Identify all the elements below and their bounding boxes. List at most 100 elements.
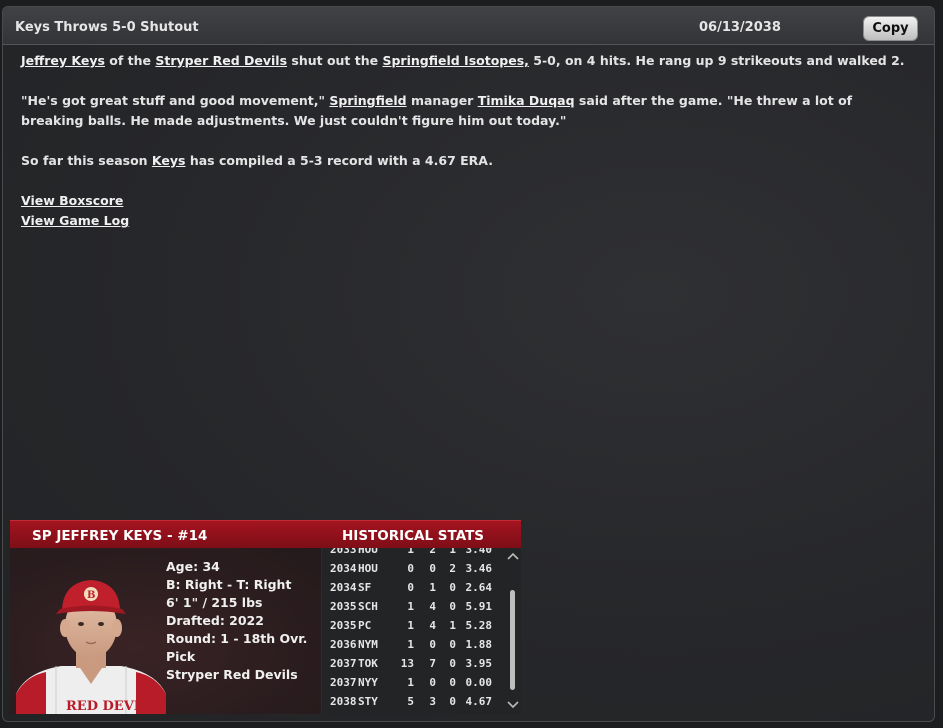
stats-cell-team: SF <box>358 581 372 594</box>
historical-stats-title: HISTORICAL STATS <box>342 528 485 544</box>
opponent-link[interactable]: Springfield Isotopes, <box>382 53 528 68</box>
stats-cell-year: 2034 <box>330 581 357 594</box>
article-title: Keys Throws 5-0 Shutout <box>15 20 199 35</box>
stats-cell-year: 2036 <box>330 638 357 651</box>
opponent-team-link[interactable]: Springfield <box>329 93 406 108</box>
stats-cell-year: 2034 <box>330 562 357 575</box>
stats-cell-w: 0 <box>407 562 414 575</box>
stats-cell-sv: 0 <box>449 600 456 613</box>
stats-cell-sv: 1 <box>449 548 456 556</box>
stats-scrollbar[interactable] <box>505 548 521 714</box>
player-age: Age: 34 <box>166 559 220 574</box>
scroll-up-icon[interactable] <box>507 551 519 561</box>
stats-row: 2038 STY 5 3 0 4.67 <box>324 692 492 711</box>
stats-cell-year: 2035 <box>330 619 357 632</box>
stats-row: 2035 SCH 1 4 0 5.91 <box>324 597 492 616</box>
stats-row: 2034 HOU 0 0 2 3.46 <box>324 559 492 578</box>
stats-cell-team: STY <box>358 695 378 708</box>
stats-cell-sv: 0 <box>449 581 456 594</box>
stats-cell-w: 1 <box>407 548 414 556</box>
text-segment: manager <box>406 93 478 108</box>
svg-text:RED DEVILS: RED DEVILS <box>66 699 158 714</box>
stats-cell-team: SCH <box>358 600 378 613</box>
article-paragraph-2: "He's got great stuff and good movement,… <box>21 91 916 131</box>
player-card-header: SP JEFFREY KEYS - #14 HISTORICAL STATS <box>10 520 521 548</box>
text-segment: of the <box>104 53 156 68</box>
view-boxscore-link[interactable]: View Boxscore <box>21 191 916 211</box>
stats-cell-era: 3.95 <box>465 657 493 670</box>
stats-cell-era: 5.91 <box>465 600 493 613</box>
copy-button[interactable]: Copy <box>863 16 918 41</box>
historical-stats-table[interactable]: 2033 HOU 1 2 1 3.40 2034 HOU 0 0 2 3.46 2034 SF 0 1 0 2.6… <box>322 548 521 714</box>
article-links: View Boxscore View Game Log <box>21 191 916 231</box>
stats-cell-w: 1 <box>407 619 414 632</box>
stats-cell-year: 2038 <box>330 695 357 708</box>
article-paragraph-3: So far this season Keys has compiled a 5… <box>21 151 916 171</box>
stats-cell-team: TOK <box>358 657 378 670</box>
stats-cell-l: 2 <box>429 548 436 556</box>
player-portrait: RED DEVILS B <box>16 580 166 714</box>
stats-cell-l: 0 <box>429 638 436 651</box>
stats-cell-year: 2037 <box>330 657 357 670</box>
scrollbar-thumb[interactable] <box>510 590 515 690</box>
player-link[interactable]: Jeffrey Keys <box>21 53 105 68</box>
scroll-down-icon[interactable] <box>507 700 519 710</box>
player-short-link[interactable]: Keys <box>152 153 186 168</box>
stats-row: 2037 NYY 1 0 0 0.00 <box>324 673 492 692</box>
stats-cell-era: 5.28 <box>465 619 493 632</box>
stats-cell-l: 1 <box>429 581 436 594</box>
stats-cell-w: 1 <box>407 676 414 689</box>
stats-cell-l: 0 <box>429 676 436 689</box>
player-bio: Age: 34 B: Right - T: Right 6' 1" / 215 … <box>166 558 321 684</box>
stats-cell-era: 4.67 <box>465 695 493 708</box>
player-drafted: Drafted: 2022 <box>166 613 264 628</box>
stats-cell-l: 4 <box>429 619 436 632</box>
stats-cell-year: 2033 <box>330 548 357 556</box>
stats-cell-era: 0.00 <box>465 676 493 689</box>
stats-cell-year: 2037 <box>330 676 357 689</box>
stats-cell-l: 4 <box>429 600 436 613</box>
text-segment: 5-0, on 4 hits. He rang up 9 strikeouts … <box>528 53 905 68</box>
text-segment: shut out the <box>287 53 383 68</box>
stats-cell-l: 7 <box>429 657 436 670</box>
player-draft-round: Round: 1 - 18th Ovr. Pick <box>166 631 308 664</box>
stats-row: 2037 TOK 13 7 0 3.95 <box>324 654 492 673</box>
stats-row: 2035 PC 1 4 1 5.28 <box>324 616 492 635</box>
stats-cell-team: PC <box>358 619 372 632</box>
stats-cell-sv: 2 <box>449 562 456 575</box>
title-bar: Keys Throws 5-0 Shutout 06/13/2038 Copy <box>3 7 934 45</box>
stats-cell-sv: 0 <box>449 657 456 670</box>
player-team: Stryper Red Devils <box>166 667 298 682</box>
text-segment: So far this season <box>21 153 152 168</box>
view-game-log-link[interactable]: View Game Log <box>21 211 916 231</box>
stats-table: 2033 HOU 1 2 1 3.40 2034 HOU 0 0 2 3.46 2034 SF 0 1 0 2.6… <box>324 548 492 711</box>
stats-cell-sv: 0 <box>449 638 456 651</box>
stats-cell-team: NYY <box>358 676 378 689</box>
team-link[interactable]: Stryper Red Devils <box>155 53 287 68</box>
article-date: 06/13/2038 <box>699 20 781 35</box>
stats-cell-team: HOU <box>358 562 378 575</box>
stats-cell-era: 1.88 <box>465 638 493 651</box>
stats-row: 2034 SF 0 1 0 2.64 <box>324 578 492 597</box>
article-body: Jeffrey Keys of the Stryper Red Devils s… <box>21 51 916 231</box>
text-segment: "He's got great stuff and good movement,… <box>21 93 330 108</box>
svg-text:B: B <box>87 590 95 601</box>
manager-link[interactable]: Timika Duqaq <box>478 93 575 108</box>
stats-cell-team: HOU <box>358 548 378 556</box>
stats-cell-w: 1 <box>407 638 414 651</box>
stats-row: 2033 HOU 1 2 1 3.40 <box>324 548 492 559</box>
stats-cell-sv: 1 <box>449 619 456 632</box>
stats-cell-team: NYM <box>358 638 378 651</box>
stats-cell-era: 3.46 <box>465 562 493 575</box>
news-article-window: Keys Throws 5-0 Shutout 06/13/2038 Copy … <box>2 6 935 722</box>
player-card-name[interactable]: SP JEFFREY KEYS - #14 <box>32 528 207 544</box>
player-bio-panel: RED DEVILS B Age: 34 B: Right - T: Right… <box>10 548 321 714</box>
stats-cell-sv: 0 <box>449 695 456 708</box>
stats-cell-l: 3 <box>429 695 436 708</box>
text-segment: has compiled a 5-3 record with a 4.67 ER… <box>185 153 493 168</box>
stats-cell-w: 0 <box>407 581 414 594</box>
player-height-weight: 6' 1" / 215 lbs <box>166 595 263 610</box>
stats-cell-w: 1 <box>407 600 414 613</box>
stats-row: 2036 NYM 1 0 0 1.88 <box>324 635 492 654</box>
stats-cell-l: 0 <box>429 562 436 575</box>
